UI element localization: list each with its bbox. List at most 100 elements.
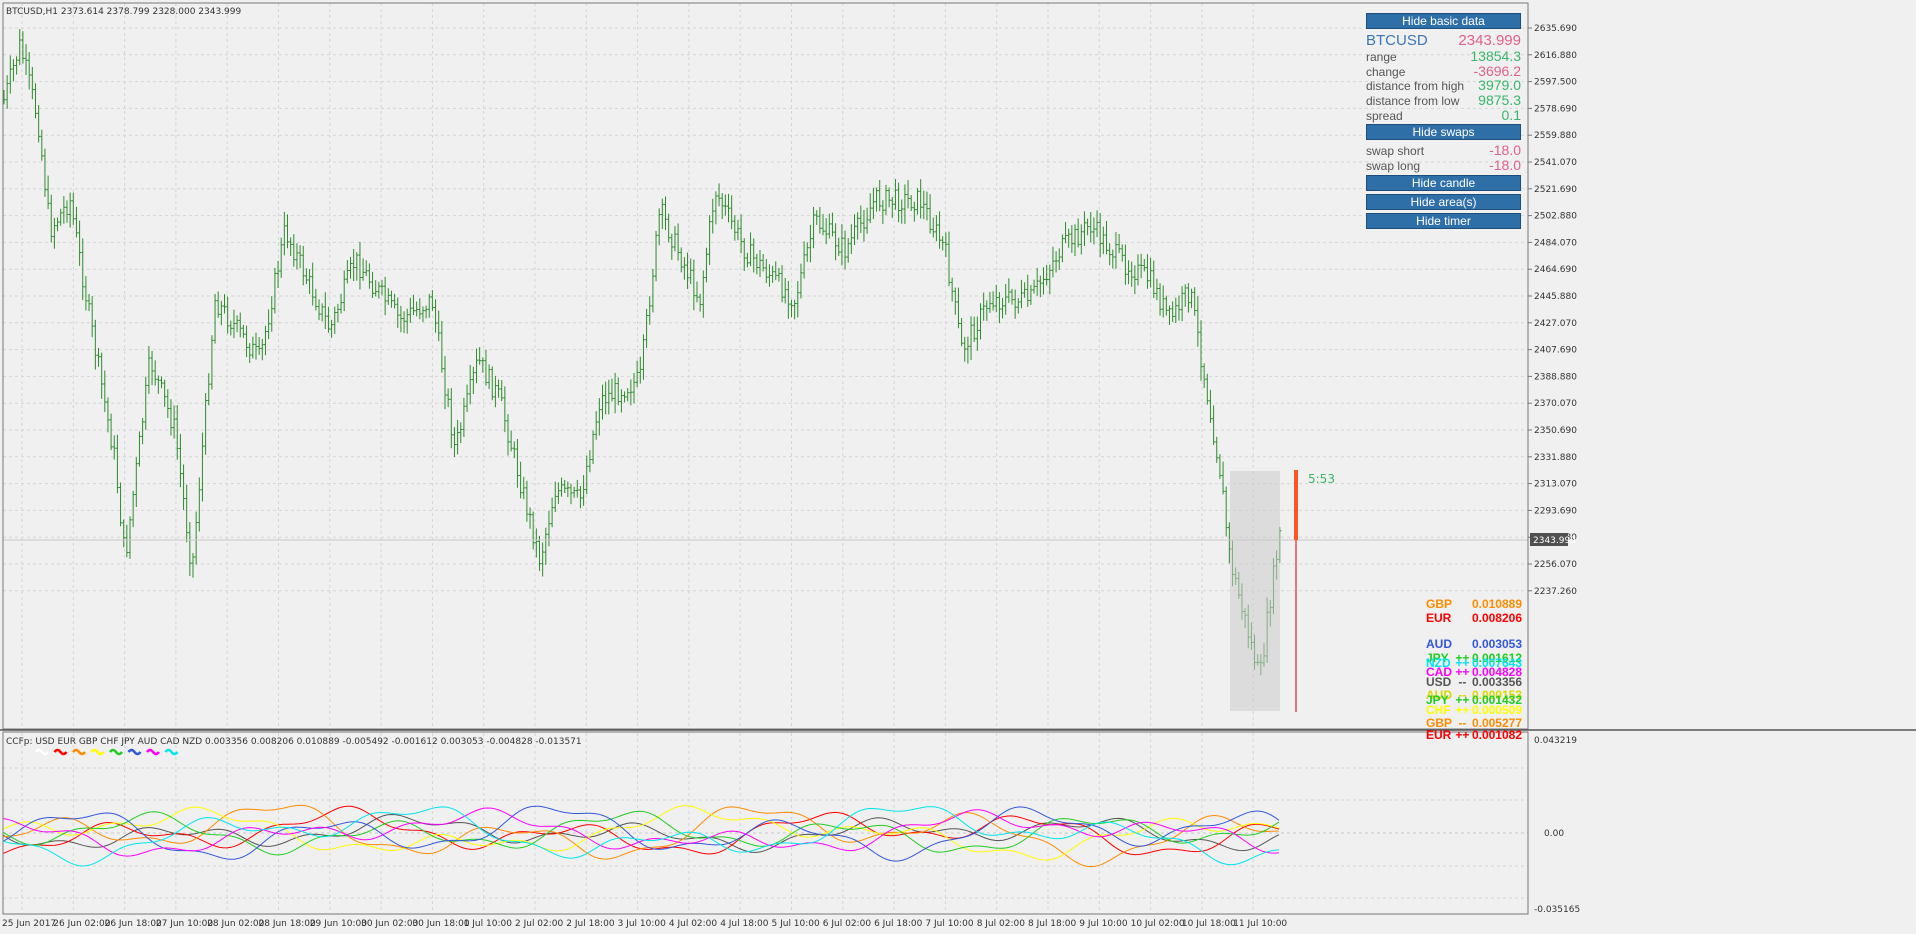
- time-axis: 25 Jun 201726 Jun 02:0026 Jun 18:0027 Ju…: [2, 919, 1287, 929]
- time-axis-label: 10 Jul 02:00: [1131, 919, 1185, 929]
- panel-row-value: 13854.3: [1470, 48, 1521, 64]
- legend-trend: [1453, 612, 1472, 625]
- time-axis-label: 1 Jul 10:00: [464, 919, 513, 929]
- price-axis-label: 2427.070: [1534, 319, 1577, 329]
- symbol-bid: 2343.999: [1458, 32, 1521, 49]
- panel-row-range: range 13854.3: [1366, 49, 1521, 64]
- legend-currency: AUD: [1426, 637, 1452, 651]
- price-axis-label: 2616.880: [1534, 51, 1577, 61]
- price-axis-label: 2237.260: [1534, 587, 1577, 597]
- time-axis-label: 10 Jul 18:00: [1182, 919, 1236, 929]
- panel-row-spread: spread 0.1: [1366, 108, 1521, 123]
- price-axis-label: 2559.880: [1534, 131, 1577, 141]
- time-axis-label: 26 Jun 02:00: [53, 919, 110, 929]
- legend-value: 0.008206: [1471, 611, 1522, 625]
- price-axis-label: 2445.880: [1534, 292, 1577, 302]
- panel-row-value: -18.0: [1489, 157, 1521, 174]
- current-price-label: 2343.999: [1533, 536, 1576, 546]
- time-axis-label: 2 Jul 02:00: [515, 919, 564, 929]
- panel-row-label: spread: [1366, 108, 1403, 123]
- time-axis-label: 27 Jun 10:00: [156, 919, 213, 929]
- legend-currency: EUR: [1426, 611, 1452, 625]
- time-axis-label: 8 Jul 02:00: [977, 919, 1026, 929]
- legend-currency: GBP: [1426, 597, 1453, 611]
- candle-body: [1294, 470, 1298, 540]
- price-axis-label: 2484.070: [1534, 238, 1577, 248]
- legend-row-eur: EUR ++ 0.001082: [1426, 729, 1522, 742]
- panel-row-distance-from-low: distance from low 9875.3: [1366, 93, 1521, 108]
- legend-value: 0.003053: [1471, 637, 1522, 651]
- symbol-row: BTCUSD 2343.999: [1366, 32, 1521, 49]
- candle-timer: 5:53: [1308, 472, 1335, 486]
- legend-value: 0.010889: [1471, 597, 1522, 611]
- time-axis-label: 11 Jul 10:00: [1233, 919, 1287, 929]
- panel-row-label: swap long: [1366, 159, 1421, 174]
- panel-row-value: 0.1: [1501, 106, 1521, 123]
- chart-window[interactable]: 5:53 BTCUSD,H1 2373.614 2378.799 2328.00…: [0, 0, 1916, 934]
- time-axis-label: 3 Jul 10:00: [618, 919, 667, 929]
- panel-row-label: distance from high: [1366, 79, 1465, 94]
- price-axis-label: 2293.690: [1534, 506, 1577, 516]
- panel-row-label: swap short: [1366, 144, 1425, 159]
- panel-row-distance-from-high: distance from high 3979.0: [1366, 78, 1521, 93]
- indicator-axis-min: -0.035165: [1534, 905, 1580, 915]
- price-axis-label: 2407.690: [1534, 346, 1577, 356]
- panel-row-swap-short: swap short -18.0: [1366, 143, 1521, 158]
- time-axis-label: 28 Jun 18:00: [259, 919, 316, 929]
- legend-trend: [1453, 598, 1472, 611]
- panel-row-value: -18.0: [1489, 142, 1521, 159]
- price-axis-label: 2502.880: [1534, 212, 1577, 222]
- price-axis-label: 2331.880: [1534, 453, 1577, 463]
- indicator-axis-zero: 0.00: [1544, 829, 1564, 839]
- time-axis-label: 5 Jul 10:00: [772, 919, 821, 929]
- panel-row-swap-long: swap long -18.0: [1366, 158, 1521, 173]
- price-axis-label: 2388.880: [1534, 372, 1577, 382]
- time-axis-label: 7 Jul 10:00: [925, 919, 974, 929]
- time-axis-label: 30 Jun 18:00: [412, 919, 469, 929]
- legend-row-gbp: GBP 0.010889: [1426, 598, 1522, 611]
- hide-areas-button[interactable]: Hide area(s): [1366, 193, 1521, 210]
- legend-currency: EUR: [1426, 728, 1452, 742]
- time-axis-label: 8 Jul 18:00: [1028, 919, 1077, 929]
- panel-row-value: -3696.2: [1473, 62, 1521, 79]
- price-axis-label: 2521.690: [1534, 185, 1577, 195]
- price-axis-label: 2370.070: [1534, 399, 1577, 409]
- time-axis-label: 2 Jul 18:00: [566, 919, 615, 929]
- hide-swaps-button[interactable]: Hide swaps: [1366, 124, 1521, 141]
- time-axis-label: 4 Jul 18:00: [720, 919, 769, 929]
- hide-candle-button[interactable]: Hide candle: [1366, 174, 1521, 191]
- highlight-area: [1230, 471, 1280, 711]
- panel-row-label: distance from low: [1366, 94, 1460, 109]
- legend-row-eur: EUR 0.008206: [1426, 612, 1522, 625]
- hide-timer-button[interactable]: Hide timer: [1366, 212, 1521, 229]
- basic-data-panel: Hide basic data BTCUSD 2343.999 range 138…: [1366, 13, 1521, 232]
- swap-rows: swap short -18.0 swap long -18.0: [1366, 143, 1521, 173]
- hide-basic-data-button[interactable]: Hide basic data: [1366, 13, 1521, 29]
- chart-background: [0, 0, 1916, 934]
- indicator-header: CCFp: USD EUR GBP CHF JPY AUD CAD NZD 0.…: [6, 737, 582, 747]
- time-axis-label: 26 Jun 18:00: [105, 919, 162, 929]
- time-axis-label: 6 Jul 02:00: [823, 919, 872, 929]
- time-axis-label: 29 Jun 10:00: [310, 919, 367, 929]
- symbol-name: BTCUSD: [1366, 32, 1428, 49]
- basic-data-rows: range 13854.3 change -3696.2 distance from h…: [1366, 49, 1521, 123]
- price-axis-label: 2464.690: [1534, 265, 1577, 275]
- time-axis-label: 9 Jul 10:00: [1079, 919, 1128, 929]
- time-axis-label: 4 Jul 02:00: [669, 919, 718, 929]
- panel-row-label: range: [1366, 50, 1397, 64]
- time-axis-label: 25 Jun 2017: [2, 919, 56, 929]
- legend-row-aud: AUD 0.003053: [1426, 638, 1522, 651]
- price-axis-label: 2578.690: [1534, 104, 1577, 114]
- legend-trend: ++: [1455, 728, 1470, 742]
- indicator-axis-max: 0.043219: [1534, 736, 1577, 746]
- price-axis-label: 2350.690: [1534, 426, 1577, 436]
- price-axis-label: 2541.070: [1534, 158, 1577, 168]
- panel-row-label: change: [1366, 64, 1406, 79]
- price-axis-label: 2635.690: [1534, 24, 1577, 34]
- legend-trend: [1453, 638, 1472, 651]
- panel-row-value: 9875.3: [1478, 92, 1521, 109]
- legend-value: 0.001082: [1471, 728, 1522, 742]
- time-axis-label: 30 Jun 02:00: [361, 919, 418, 929]
- panel-row-change: change -3696.2: [1366, 62, 1521, 79]
- price-axis-label: 2313.070: [1534, 480, 1577, 490]
